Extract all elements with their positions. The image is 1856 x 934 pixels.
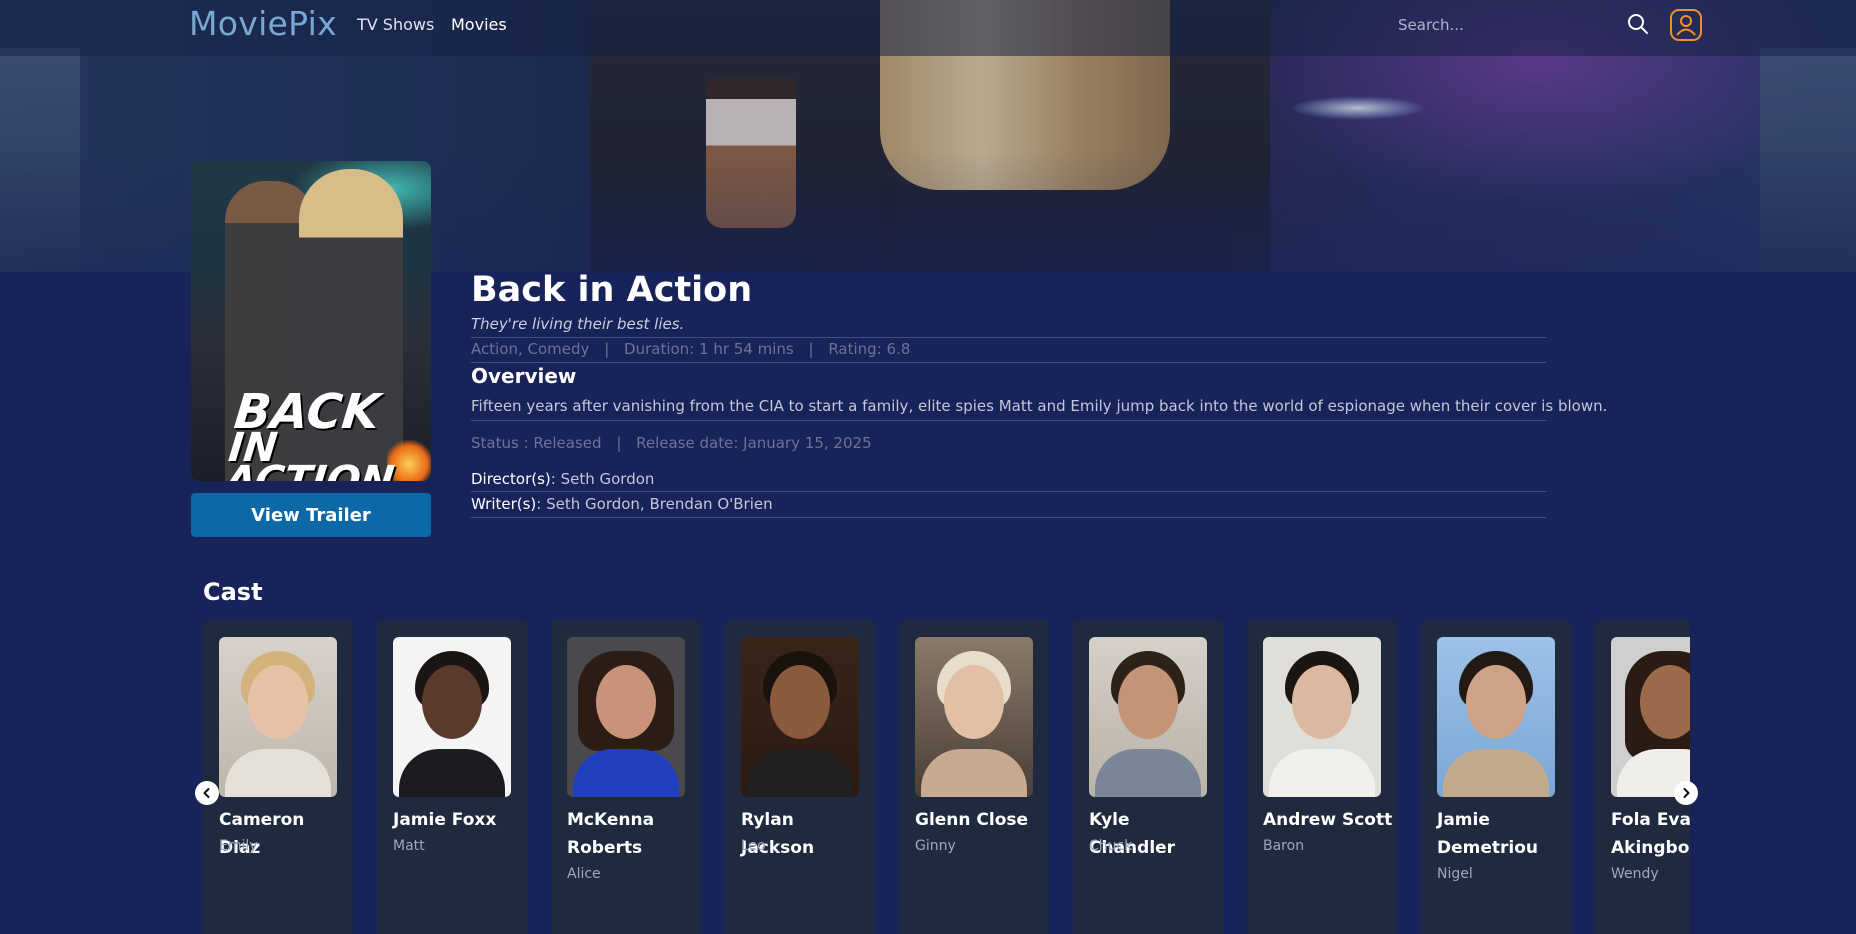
movie-genres: Action, Comedy xyxy=(471,340,590,358)
nav-link-tv-shows[interactable]: TV Shows xyxy=(357,15,434,34)
cast-heading: Cast xyxy=(203,578,263,606)
cast-role: Emily xyxy=(219,838,258,854)
cast-role: Wendy xyxy=(1611,866,1659,882)
cast-card[interactable]: Jamie Foxx Matt xyxy=(377,620,527,934)
cast-name: Glenn Close xyxy=(915,810,1029,830)
cast-card[interactable]: Jamie Demetriou Nigel xyxy=(1421,620,1571,934)
cast-role: Chuck xyxy=(1089,838,1133,854)
cast-card[interactable]: Rylan Jackson Leo xyxy=(725,620,875,934)
chevron-right-icon xyxy=(1683,788,1690,798)
search-icon[interactable] xyxy=(1626,12,1650,36)
cast-photo xyxy=(393,637,511,797)
divider xyxy=(471,337,1546,338)
divider xyxy=(471,362,1546,363)
divider xyxy=(471,491,1546,492)
chevron-left-icon xyxy=(203,788,210,798)
cast-role: Leo xyxy=(741,838,766,854)
movie-tagline: They're living their best lies. xyxy=(471,315,685,333)
cast-carousel: Cameron Diaz Emily Jamie Foxx Matt McKen… xyxy=(203,620,1690,934)
cast-photo xyxy=(741,637,859,797)
overview-heading: Overview xyxy=(471,364,577,388)
nav-link-movies[interactable]: Movies xyxy=(451,15,507,34)
cast-role: Ginny xyxy=(915,838,956,854)
writer-label: Writer(s) xyxy=(471,495,537,513)
movie-duration: Duration: 1 hr 54 mins xyxy=(624,340,794,358)
cast-role: Baron xyxy=(1263,838,1305,854)
cast-photo xyxy=(1089,637,1207,797)
divider xyxy=(471,420,1546,421)
carousel-prev-button[interactable] xyxy=(195,781,219,805)
movie-poster: BACK IN ACTION xyxy=(191,161,431,481)
carousel-next-button[interactable] xyxy=(1674,781,1698,805)
cast-role: Alice xyxy=(567,866,601,882)
cast-card[interactable]: Kyle Chandler Chuck xyxy=(1073,620,1223,934)
cast-photo xyxy=(219,637,337,797)
search-input[interactable] xyxy=(1390,12,1626,38)
writer-credit: Writer(s): Seth Gordon, Brendan O'Brien xyxy=(471,495,773,513)
view-trailer-button[interactable]: View Trailer xyxy=(191,493,431,537)
cast-card[interactable]: Fola Evans-Akingbola Wendy xyxy=(1595,620,1690,934)
cast-role: Nigel xyxy=(1437,866,1473,882)
cast-name: Andrew Scott xyxy=(1263,810,1393,830)
cast-name: Jamie Demetriou xyxy=(1437,810,1539,858)
cast-role: Matt xyxy=(393,838,425,854)
director-credit: Director(s): Seth Gordon xyxy=(471,470,654,488)
cast-photo xyxy=(1611,637,1690,797)
release-date: Release date: January 15, 2025 xyxy=(636,434,872,452)
release-info: Status : Released | Release date: Januar… xyxy=(471,434,872,452)
release-status: Status : Released xyxy=(471,434,602,452)
cast-card[interactable]: Glenn Close Ginny xyxy=(899,620,1049,934)
cast-photo xyxy=(1263,637,1381,797)
movie-title: Back in Action xyxy=(471,270,753,310)
top-navbar: MoviePix TV Shows Movies xyxy=(0,0,1856,56)
cast-photo xyxy=(915,637,1033,797)
writer-names: : Seth Gordon, Brendan O'Brien xyxy=(536,495,773,513)
cast-name: McKenna Roberts xyxy=(567,810,655,858)
movie-meta: Action, Comedy | Duration: 1 hr 54 mins … xyxy=(471,340,911,358)
director-label: Director(s) xyxy=(471,470,551,488)
poster-title: BACK IN ACTION xyxy=(223,384,397,481)
cast-photo xyxy=(567,637,685,797)
overview-text: Fifteen years after vanishing from the C… xyxy=(471,397,1608,415)
cast-name: Fola Evans-Akingbola xyxy=(1611,810,1690,858)
user-icon[interactable] xyxy=(1670,9,1702,41)
cast-card[interactable]: Andrew Scott Baron xyxy=(1247,620,1397,934)
director-names: : Seth Gordon xyxy=(550,470,655,488)
cast-card[interactable]: Cameron Diaz Emily xyxy=(203,620,353,934)
movie-rating: Rating: 6.8 xyxy=(828,340,911,358)
divider xyxy=(471,517,1546,518)
cast-name: Jamie Foxx xyxy=(393,810,497,830)
site-logo[interactable]: MoviePix xyxy=(189,4,337,43)
cast-photo xyxy=(1437,637,1555,797)
cast-card[interactable]: McKenna Roberts Alice xyxy=(551,620,701,934)
